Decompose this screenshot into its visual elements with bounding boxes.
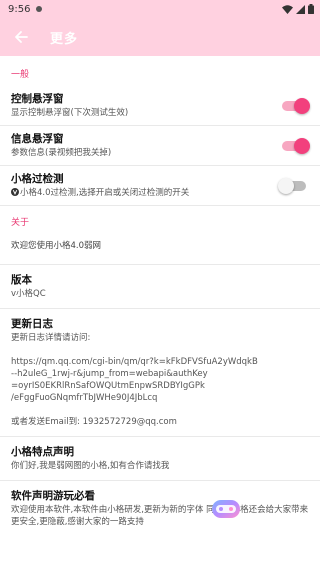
pref-title: 版本 — [11, 274, 32, 286]
section-header-general: 一般 — [11, 70, 30, 80]
pref-summary: 显示控制悬浮窗(下次测试生效) — [11, 108, 129, 118]
pref-title: 小格过检测 — [11, 173, 64, 185]
preferences-list[interactable]: 一般 控制悬浮窗 显示控制悬浮窗(下次测试生效) 信息悬浮窗 参数信息(录视频把… — [0, 56, 320, 568]
pref-features[interactable]: 小格特点声明 你们好,我是弱网图的小格,如有合作请找我 — [0, 437, 320, 481]
pref-title: 信息悬浮窗 — [11, 133, 64, 145]
float-control-switch[interactable] — [282, 97, 310, 114]
notification-dot-icon — [36, 6, 43, 12]
pref-summary: 你们好,我是弱网图的小格,如有合作请找我 — [11, 461, 170, 471]
pref-changelog[interactable]: 更新日志 更新日志详情请访问: https://qm.qq.com/cgi-bi… — [0, 309, 320, 437]
pref-title: 控制悬浮窗 — [11, 93, 64, 105]
welcome-text: 欢迎您使用小格4.0弱网 — [0, 234, 320, 265]
pref-disclaimer[interactable]: 软件声明游玩必看 欢迎使用本软件,本软件由小格研发,更新为新的字体 同时我小格还… — [0, 481, 320, 534]
pref-float-control[interactable]: 控制悬浮窗 显示控制悬浮窗(下次测试生效) — [0, 86, 320, 126]
battery-icon — [308, 4, 314, 14]
pref-title: 小格特点声明 — [11, 446, 74, 458]
pref-title: 软件声明游玩必看 — [11, 490, 95, 502]
v-badge-icon — [11, 188, 19, 196]
app-bar: 更多 — [0, 18, 320, 56]
wifi-icon — [282, 4, 293, 14]
pref-summary: 参数信息(录视频把我关掉) — [11, 148, 112, 158]
pref-title: 更新日志 — [11, 318, 53, 330]
float-info-switch[interactable] — [282, 137, 310, 154]
status-time: 9:56 — [8, 3, 31, 15]
pref-summary: 小格4.0过检测,选择开启或关闭过检测的开关 — [11, 187, 270, 199]
pref-detect[interactable]: 小格过检测 小格4.0过检测,选择开启或关闭过检测的开关 — [0, 166, 320, 206]
pref-version[interactable]: 版本 v小格QC — [0, 265, 320, 309]
arrow-left-icon[interactable] — [10, 26, 32, 48]
page-title: 更多 — [50, 31, 79, 47]
pref-summary: 欢迎使用本软件,本软件由小格研发,更新为新的字体 同时我小格还会给大家带来更安全… — [11, 505, 309, 527]
status-bar: 9:56 — [0, 0, 320, 18]
pref-summary: 更新日志详情请访问: https://qm.qq.com/cgi-bin/qm/… — [11, 333, 258, 427]
signal-icon — [296, 4, 305, 14]
pref-float-info[interactable]: 信息悬浮窗 参数信息(录视频把我关掉) — [0, 126, 320, 166]
gamepad-icon[interactable] — [211, 496, 241, 522]
pref-summary: v小格QC — [11, 289, 46, 299]
section-header-about: 关于 — [11, 218, 30, 228]
detect-switch[interactable] — [278, 177, 306, 194]
